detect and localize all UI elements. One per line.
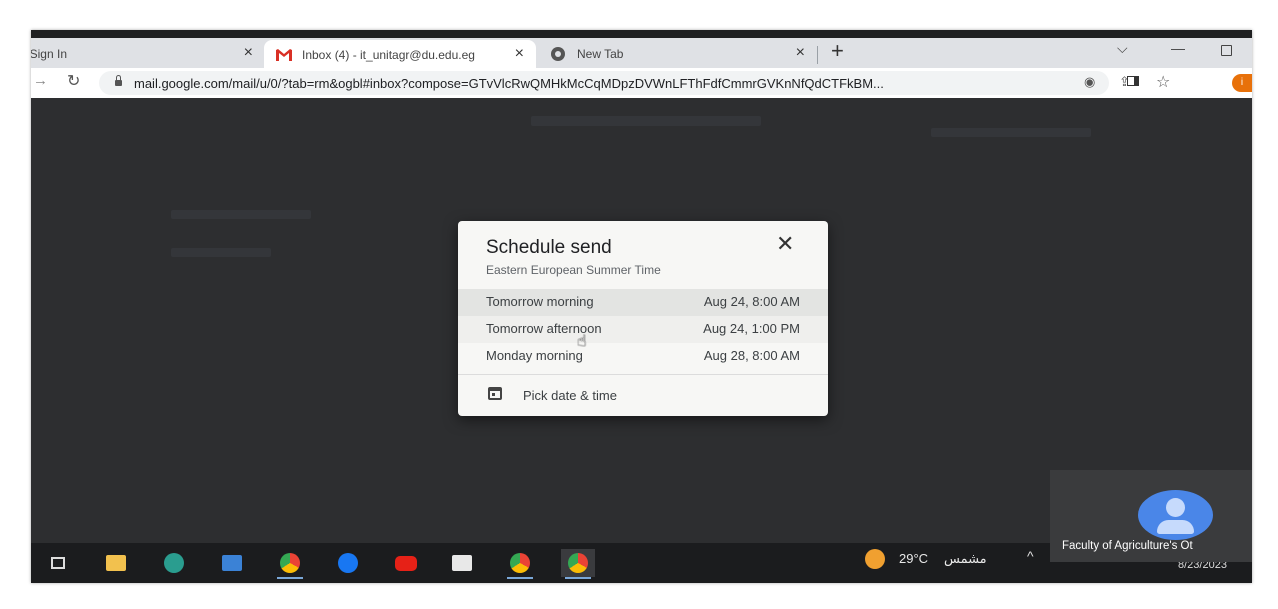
option-datetime: Aug 24, 1:00 PM bbox=[703, 321, 800, 336]
option-tomorrow-morning[interactable]: Tomorrow morning Aug 24, 8:00 AM bbox=[458, 289, 828, 316]
gmail-icon bbox=[276, 49, 292, 61]
tab-sign-in[interactable]: Sign In × bbox=[31, 40, 259, 68]
option-label: Tomorrow morning bbox=[486, 294, 594, 309]
tab-label: Sign In bbox=[31, 47, 67, 61]
calendar-icon bbox=[488, 387, 502, 400]
participant-name: Faculty of Agriculture's Ot bbox=[1062, 540, 1193, 552]
close-icon[interactable]: × bbox=[796, 45, 805, 61]
meeting-participant-tile[interactable]: Faculty of Agriculture's Ot bbox=[1050, 470, 1252, 562]
url-text[interactable]: mail.google.com/mail/u/0/?tab=rm&ogbl#in… bbox=[134, 76, 1054, 91]
edge-icon[interactable] bbox=[157, 549, 191, 577]
store-icon[interactable] bbox=[445, 549, 479, 577]
option-label: Monday morning bbox=[486, 348, 583, 363]
address-bar[interactable]: mail.google.com/mail/u/0/?tab=rm&ogbl#in… bbox=[99, 71, 1170, 95]
weather-condition[interactable]: مشمس bbox=[944, 551, 987, 567]
chrome-taskbar-icon[interactable] bbox=[273, 549, 307, 579]
reload-icon[interactable]: ↻ bbox=[67, 71, 80, 91]
close-icon[interactable]: ✕ bbox=[776, 233, 794, 255]
new-tab-plus-icon[interactable]: + bbox=[831, 38, 844, 64]
tray-chevron-up-icon[interactable]: ^ bbox=[1027, 548, 1034, 564]
tab-new-tab[interactable]: New Tab × bbox=[551, 40, 811, 68]
pick-date-time-label: Pick date & time bbox=[523, 388, 617, 403]
task-view-icon[interactable] bbox=[41, 549, 75, 577]
eye-icon[interactable]: ◉ bbox=[1084, 74, 1095, 90]
chrome-icon bbox=[551, 47, 565, 61]
close-icon[interactable]: × bbox=[244, 45, 253, 61]
forward-arrow-icon[interactable]: → bbox=[33, 72, 48, 89]
tab-label: Inbox (4) - it_unitagr@du.edu.eg bbox=[302, 48, 475, 62]
close-icon[interactable]: × bbox=[515, 46, 524, 62]
hand-cursor-icon: ☝ bbox=[577, 333, 587, 350]
chrome-profile-icon[interactable] bbox=[503, 549, 537, 579]
ghost-text bbox=[531, 116, 761, 126]
browser-tab-strip: Sign In × Inbox (4) - it_unitagr@du.edu.… bbox=[31, 30, 1252, 70]
tab-inbox[interactable]: Inbox (4) - it_unitagr@du.edu.eg × bbox=[264, 40, 536, 70]
option-monday-morning[interactable]: Monday morning Aug 28, 8:00 AM bbox=[458, 343, 828, 370]
chrome-active-window-icon[interactable] bbox=[561, 549, 595, 579]
facebook-icon[interactable] bbox=[331, 549, 365, 577]
ghost-text bbox=[171, 248, 271, 257]
timezone-label: Eastern European Summer Time bbox=[486, 263, 661, 277]
ghost-text bbox=[171, 210, 311, 219]
mail-icon[interactable] bbox=[215, 549, 249, 577]
side-panel-icon[interactable] bbox=[1127, 76, 1139, 86]
maximize-icon[interactable] bbox=[1221, 45, 1232, 56]
option-datetime: Aug 24, 8:00 AM bbox=[703, 294, 800, 309]
dialog-title: Schedule send bbox=[486, 237, 612, 258]
tab-label: New Tab bbox=[577, 47, 624, 61]
weather-temperature[interactable]: 29°C bbox=[899, 551, 928, 566]
lock-icon bbox=[115, 75, 122, 86]
tab-search-chevron-icon[interactable]: ⌵ bbox=[1117, 40, 1128, 57]
youtube-icon[interactable] bbox=[389, 549, 423, 577]
pick-date-time-button[interactable]: Pick date & time bbox=[458, 377, 828, 413]
file-explorer-icon[interactable] bbox=[99, 549, 133, 577]
option-datetime: Aug 28, 8:00 AM bbox=[703, 348, 800, 363]
option-tomorrow-afternoon[interactable]: Tomorrow afternoon Aug 24, 1:00 PM bbox=[458, 316, 828, 343]
ghost-text bbox=[931, 128, 1091, 137]
minimize-icon[interactable]: — bbox=[1171, 40, 1185, 56]
screen-frame: Sign In × Inbox (4) - it_unitagr@du.edu.… bbox=[31, 30, 1252, 583]
participant-avatar-icon bbox=[1138, 490, 1213, 540]
divider bbox=[458, 374, 828, 375]
tab-separator bbox=[817, 46, 818, 64]
profile-avatar[interactable]: i bbox=[1232, 74, 1252, 92]
schedule-send-dialog: Schedule send ✕ Eastern European Summer … bbox=[458, 221, 828, 416]
bookmark-star-icon[interactable]: ☆ bbox=[1156, 72, 1170, 92]
browser-toolbar: → ↻ mail.google.com/mail/u/0/?tab=rm&ogb… bbox=[31, 68, 1252, 98]
weather-sun-icon[interactable] bbox=[865, 549, 885, 569]
